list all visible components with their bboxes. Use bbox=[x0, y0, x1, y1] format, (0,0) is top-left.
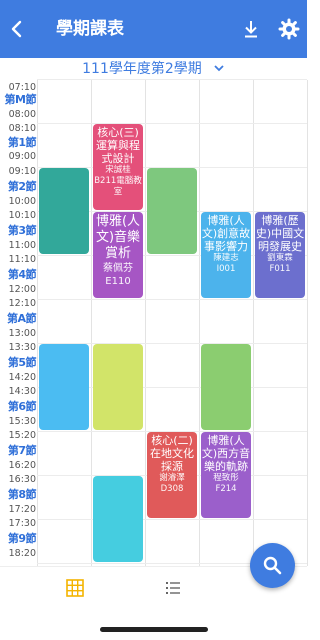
course-room: D308 bbox=[160, 484, 184, 494]
course-block[interactable]: 核心(二)在地文化採源 謝濬澤 D308 bbox=[147, 432, 197, 518]
download-icon[interactable] bbox=[240, 17, 262, 41]
period-label: 第7節 bbox=[7, 444, 37, 457]
course-teacher: 陳建志 bbox=[213, 253, 239, 263]
grid-column-line bbox=[307, 80, 308, 566]
time-label: 08:10 bbox=[8, 123, 36, 134]
time-label: 13:30 bbox=[8, 342, 36, 353]
course-room: F214 bbox=[215, 484, 237, 494]
course-teacher: 劉東霖 bbox=[267, 253, 293, 263]
course-block[interactable] bbox=[39, 344, 89, 430]
search-icon bbox=[263, 556, 282, 575]
course-teacher: 謝濬澤 bbox=[159, 473, 185, 483]
period-label: 第3節 bbox=[7, 224, 37, 237]
period-label: 第2節 bbox=[7, 180, 37, 193]
time-label: 12:10 bbox=[8, 298, 36, 309]
chevron-down-icon bbox=[214, 65, 224, 72]
grid-column-line bbox=[199, 80, 200, 566]
time-label: 11:00 bbox=[8, 240, 36, 251]
course-room: I001 bbox=[216, 264, 236, 274]
period-label: 第6節 bbox=[7, 400, 37, 413]
home-indicator bbox=[100, 627, 208, 632]
time-label: 09:00 bbox=[8, 151, 36, 162]
page-title: 學期課表 bbox=[56, 19, 124, 39]
period-label: 第4節 bbox=[7, 268, 37, 281]
period-label: 第9節 bbox=[7, 532, 37, 545]
semester-label: 111學年度第2學期 bbox=[82, 61, 202, 77]
time-label: 17:30 bbox=[8, 518, 36, 529]
period-label: 第8節 bbox=[7, 488, 37, 501]
app-header: 學期課表 bbox=[0, 0, 307, 58]
course-teacher: 蔡佩芬 bbox=[103, 263, 133, 274]
period-label: 第A節 bbox=[6, 312, 37, 325]
time-label: 15:20 bbox=[8, 430, 36, 441]
course-room: B211電腦教室 bbox=[94, 176, 142, 197]
grid-column-line bbox=[91, 80, 92, 566]
course-name: 博雅(人文)音樂賞析 bbox=[95, 214, 141, 261]
grid-column-line bbox=[253, 80, 254, 566]
course-block[interactable] bbox=[93, 344, 143, 430]
time-label: 13:00 bbox=[8, 328, 36, 339]
period-label: 第M節 bbox=[4, 93, 37, 106]
course-block[interactable]: 核心(三)運算與程式設計 宋誠桂 B211電腦教室 bbox=[93, 124, 143, 210]
course-block[interactable]: 博雅(人文)音樂賞析蔡佩芬 E110 bbox=[93, 212, 143, 298]
course-room: E110 bbox=[105, 276, 131, 287]
time-label: 14:30 bbox=[8, 386, 36, 397]
time-label: 10:10 bbox=[8, 210, 36, 221]
course-name: 核心(三)運算與程式設計 bbox=[96, 126, 140, 165]
semester-selector[interactable]: 111學年度第2學期 bbox=[0, 58, 307, 80]
time-label: 18:20 bbox=[8, 548, 36, 559]
time-label: 15:30 bbox=[8, 416, 36, 427]
grid-column-line bbox=[145, 80, 146, 566]
time-label: 09:10 bbox=[8, 166, 36, 177]
gear-icon[interactable] bbox=[277, 17, 301, 41]
search-button[interactable] bbox=[250, 543, 295, 588]
grid-row-line bbox=[37, 299, 307, 300]
time-label: 08:00 bbox=[8, 109, 36, 120]
course-room: F011 bbox=[269, 264, 291, 274]
back-arrow-icon[interactable] bbox=[6, 17, 28, 41]
time-label: 16:20 bbox=[8, 460, 36, 471]
course-name: 核心(二)在地文化採源 bbox=[150, 434, 194, 473]
grid-row-line bbox=[37, 123, 307, 124]
time-label: 11:10 bbox=[8, 254, 36, 265]
list-view-icon[interactable] bbox=[165, 580, 181, 596]
course-block[interactable]: 博雅(歷史)中國文明發展史 劉東霖 F011 bbox=[255, 212, 305, 298]
time-label: 17:20 bbox=[8, 504, 36, 515]
course-name: 博雅(人文)西方音樂的軌跡 bbox=[201, 434, 251, 473]
grid-view-icon[interactable] bbox=[66, 579, 84, 597]
time-label: 10:00 bbox=[8, 196, 36, 207]
time-label: 12:00 bbox=[8, 284, 36, 295]
time-label: 14:20 bbox=[8, 372, 36, 383]
period-label: 第5節 bbox=[7, 356, 37, 369]
course-block[interactable] bbox=[147, 168, 197, 254]
grid-row-line bbox=[37, 519, 307, 520]
course-name: 博雅(人文)創意故事影響力 bbox=[201, 214, 251, 253]
course-block[interactable]: 博雅(人文)創意故事影響力 陳建志 I001 bbox=[201, 212, 251, 298]
course-block[interactable] bbox=[201, 344, 251, 430]
course-block[interactable] bbox=[93, 476, 143, 562]
course-block[interactable] bbox=[39, 168, 89, 254]
course-teacher: 宋誠桂 bbox=[105, 165, 131, 175]
period-label: 第1節 bbox=[7, 136, 37, 149]
timetable-grid: 07:10 第M節 08:00 08:10 第1節 09:00 09:10 第2節 10:00 1… bbox=[0, 79, 308, 566]
grid-row-line bbox=[37, 79, 307, 80]
course-teacher: 程致彤 bbox=[213, 473, 239, 483]
grid-column-line bbox=[37, 80, 38, 566]
time-label: 16:30 bbox=[8, 474, 36, 485]
course-name: 博雅(歷史)中國文明發展史 bbox=[255, 214, 305, 253]
course-block[interactable]: 博雅(人文)西方音樂的軌跡 程致彤 F214 bbox=[201, 432, 251, 518]
